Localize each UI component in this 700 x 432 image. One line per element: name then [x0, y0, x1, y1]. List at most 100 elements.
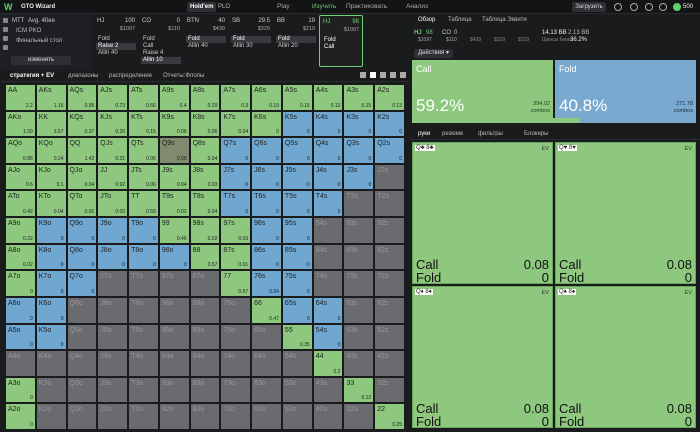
position-column[interactable]: BTN 40 $439 Fold Allin 40	[184, 15, 228, 67]
tab-overview[interactable]: Обзор	[418, 17, 435, 25]
menu-icon[interactable]	[3, 18, 8, 23]
hand-cell-K2s[interactable]: K2s 0	[374, 110, 405, 138]
hand-cell-Q9s[interactable]: Q9s 0.05	[158, 137, 190, 164]
hand-cell-Q9o[interactable]: Q9o 0	[66, 217, 98, 244]
hand-cell-A7o[interactable]: A7o 0	[5, 270, 36, 297]
hand-cell-T7s[interactable]: T7s 0	[220, 190, 252, 218]
hand-cell-T9o[interactable]: T9o 0	[128, 217, 159, 244]
hand-cell-T5o[interactable]: T5o	[128, 323, 159, 351]
hand-cell-Q4o[interactable]: Q4o	[66, 350, 98, 377]
hand-cell-85o[interactable]: 85o	[189, 323, 221, 351]
hand-cell-KTo[interactable]: KTo 0.04	[35, 190, 67, 218]
hand-cell-A2s[interactable]: A2s 0.13	[374, 84, 405, 111]
hand-cell-32s[interactable]: 32s	[374, 376, 405, 404]
hand-card-panel[interactable]: Q♠ 8♠ EV Call 0.08 Fold 0	[555, 286, 696, 429]
hand-cell-J3s[interactable]: J3s 0	[343, 163, 375, 191]
hand-cell-AQs[interactable]: AQs 0.95	[66, 84, 98, 111]
call-summary[interactable]: Call 59.2% 394.02 combos	[412, 60, 553, 118]
position-column[interactable]: BB 19 $219 Fold Allin 20	[274, 15, 318, 67]
action-option[interactable]: Fold	[141, 36, 181, 43]
hand-cell-KQs[interactable]: KQs 0.37	[66, 110, 98, 138]
hand-cell-85s[interactable]: 85s 0	[281, 243, 313, 271]
hand-card-panel[interactable]: Q♦ 8♦ EV Call 0.08 Fold 0	[412, 286, 553, 429]
hand-cell-Q4s[interactable]: Q4s 0	[312, 137, 344, 164]
nav-study[interactable]: Изучить	[312, 2, 336, 12]
hand-cell-K6s[interactable]: K6s 0	[251, 110, 282, 138]
hand-cell-Q6s[interactable]: Q6s 0	[251, 137, 282, 164]
hand-cell-K7s[interactable]: K7s 0.04	[220, 110, 252, 138]
tree-icon[interactable]	[3, 45, 8, 50]
hand-cell-Q2o[interactable]: Q2o	[66, 403, 98, 430]
hand-cell-K5s[interactable]: K5s 0	[281, 110, 313, 138]
action-option[interactable]: Fold	[322, 37, 362, 44]
hand-cell-J8s[interactable]: J8s 0.03	[189, 163, 221, 191]
hand-cell-K6o[interactable]: K6o 0	[35, 296, 67, 324]
action-option[interactable]: Fold	[276, 36, 316, 43]
hand-cell-Q7o[interactable]: Q7o 0	[66, 270, 98, 297]
hand-cell-K9s[interactable]: K9s 0.06	[158, 110, 190, 138]
hand-cell-A7s[interactable]: A7s 0.3	[220, 84, 252, 111]
hand-cell-J9s[interactable]: J9s 0.04	[158, 163, 190, 191]
hand-cell-T7o[interactable]: T7o	[128, 270, 159, 297]
hand-cell-75o[interactable]: 75o	[220, 323, 252, 351]
hand-cell-74s[interactable]: 74s	[312, 270, 344, 297]
hand-cell-J7s[interactable]: J7s 0	[220, 163, 252, 191]
hand-cell-86o[interactable]: 86o	[189, 296, 221, 324]
hand-cell-Q3o[interactable]: Q3o	[66, 376, 98, 404]
tab-table[interactable]: Таблица	[448, 17, 472, 25]
nav-analyze[interactable]: Анализ	[406, 2, 428, 12]
hand-cell-97s[interactable]: 97s 0.03	[220, 217, 252, 244]
hand-cell-T5s[interactable]: T5s 0	[281, 190, 313, 218]
hand-cell-T2o[interactable]: T2o	[128, 403, 159, 430]
position-column[interactable]: HJ 100 $1097 Fold Raise 2 Allin 40	[94, 15, 138, 67]
tab-blockers[interactable]: Блокеры	[524, 131, 548, 139]
hand-cell-86s[interactable]: 86s 0	[251, 243, 282, 271]
hand-cell-T8s[interactable]: T8s 0.04	[189, 190, 221, 218]
hand-cell-QJs[interactable]: QJs 0.21	[97, 137, 129, 164]
hand-cell-T2s[interactable]: T2s	[374, 190, 405, 218]
hand-cell-QJo[interactable]: QJo 0.04	[66, 163, 98, 191]
action-option[interactable]: Allin 40	[186, 43, 226, 50]
hand-cell-K5o[interactable]: K5o 0	[35, 323, 67, 351]
hand-cell-44[interactable]: 44 0.2	[312, 350, 344, 377]
tab-distribution[interactable]: распределение	[109, 72, 152, 80]
hand-cell-T3o[interactable]: T3o	[128, 376, 159, 404]
action-option[interactable]: Allin 30	[231, 43, 271, 50]
tab-hands[interactable]: руки	[418, 131, 430, 139]
hand-cell-A6o[interactable]: A6o 0	[5, 296, 36, 324]
tab-summary[interactable]: резюме	[442, 131, 463, 139]
hand-cell-42s[interactable]: 42s	[374, 350, 405, 377]
action-option[interactable]: Fold	[231, 36, 271, 43]
hand-cell-ATo[interactable]: ATo 0.42	[5, 190, 36, 218]
hand-cell-76s[interactable]: 76s 0.04	[251, 270, 282, 297]
hand-cell-T4o[interactable]: T4o	[128, 350, 159, 377]
hand-cell-53o[interactable]: 53o	[281, 376, 313, 404]
hand-cell-A9s[interactable]: A9s 0.4	[158, 84, 190, 111]
nav-practice[interactable]: Практиковать	[346, 2, 387, 12]
hand-cell-K4o[interactable]: K4o	[35, 350, 67, 377]
tab-filters[interactable]: фильтры	[478, 131, 503, 139]
hand-cell-J6s[interactable]: J6s 0	[251, 163, 282, 191]
hand-cell-84s[interactable]: 84s	[312, 243, 344, 271]
nav-play[interactable]: Play	[277, 2, 290, 12]
hand-cell-65s[interactable]: 65s 0	[281, 296, 313, 324]
position-column[interactable]: CO 0 $110 Fold Call Raise 4 Allin 10	[139, 15, 183, 67]
hand-cell-Q3s[interactable]: Q3s 0	[343, 137, 375, 164]
hand-cell-A4o[interactable]: A4o	[5, 350, 36, 377]
action-option[interactable]: Allin 40	[96, 50, 136, 57]
hand-cell-42o[interactable]: 42o	[312, 403, 344, 430]
hand-cell-93o[interactable]: 93o	[158, 376, 190, 404]
hand-cell-KK[interactable]: KK 3.57	[35, 110, 67, 138]
action-option[interactable]: Call	[322, 44, 362, 51]
hand-cell-J5s[interactable]: J5s 0	[281, 163, 313, 191]
hand-cell-K2o[interactable]: K2o	[35, 403, 67, 430]
hand-cell-A5s[interactable]: A5s 0.15	[281, 84, 313, 111]
action-option[interactable]: Allin 10	[141, 57, 181, 64]
hand-cell-72o[interactable]: 72o	[220, 403, 252, 430]
hand-cell-K9o[interactable]: K9o 0	[35, 217, 67, 244]
hand-cell-93s[interactable]: 93s	[343, 217, 375, 244]
hand-cell-Q8s[interactable]: Q8s 0.04	[189, 137, 221, 164]
hand-cell-T6s[interactable]: T6s 0	[251, 190, 282, 218]
hand-cell-T8o[interactable]: T8o 0	[128, 243, 159, 271]
hand-cell-94s[interactable]: 94s	[312, 217, 344, 244]
